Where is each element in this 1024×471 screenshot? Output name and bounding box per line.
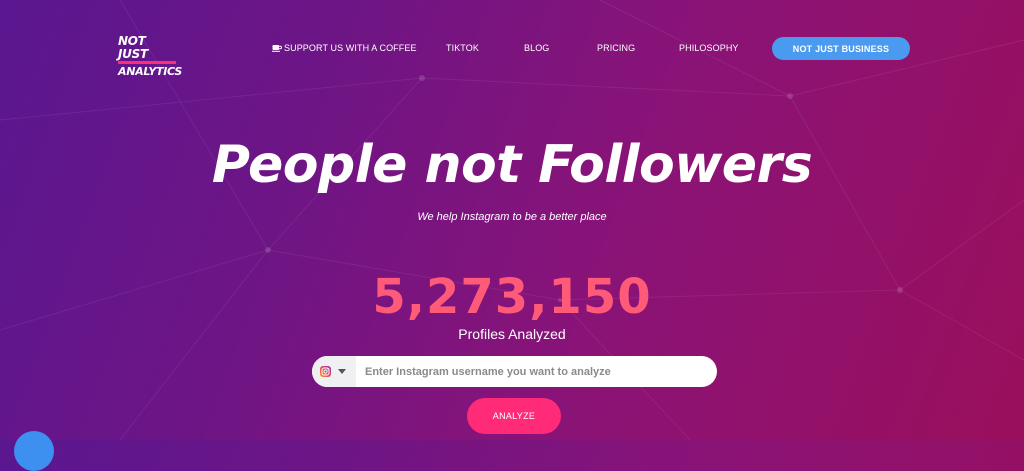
coffee-icon: [272, 45, 282, 52]
instagram-icon: [320, 366, 331, 377]
nav-blog[interactable]: BLOG: [524, 43, 549, 53]
nav-tiktok[interactable]: TIKTOK: [446, 43, 479, 53]
nav-philosophy[interactable]: PHILOSOPHY: [679, 43, 739, 53]
profiles-analyzed-label: Profiles Analyzed: [458, 326, 566, 342]
not-just-business-button[interactable]: NOT JUST BUSINESS: [772, 37, 910, 60]
profiles-analyzed-counter: 5,273,150: [372, 269, 652, 325]
logo[interactable]: NOT JUST ANALYTICS: [118, 35, 182, 78]
nav-support-coffee[interactable]: SUPPORT US WITH A COFFEE: [272, 43, 417, 53]
logo-line-2: ANALYTICS: [118, 65, 182, 78]
platform-select[interactable]: [312, 356, 356, 387]
search-bar: [312, 356, 717, 387]
chat-widget-button[interactable]: [14, 431, 54, 471]
nav-support-coffee-label: SUPPORT US WITH A COFFEE: [284, 43, 417, 53]
hero-subtitle: We help Instagram to be a better place: [417, 211, 607, 223]
analyze-button[interactable]: ANALYZE: [467, 398, 561, 434]
chevron-down-icon: [338, 369, 346, 374]
username-search-input[interactable]: [365, 356, 705, 387]
hero-title: People not Followers: [211, 135, 813, 195]
logo-line-1: NOT JUST: [118, 35, 176, 64]
nav-pricing[interactable]: PRICING: [597, 43, 635, 53]
